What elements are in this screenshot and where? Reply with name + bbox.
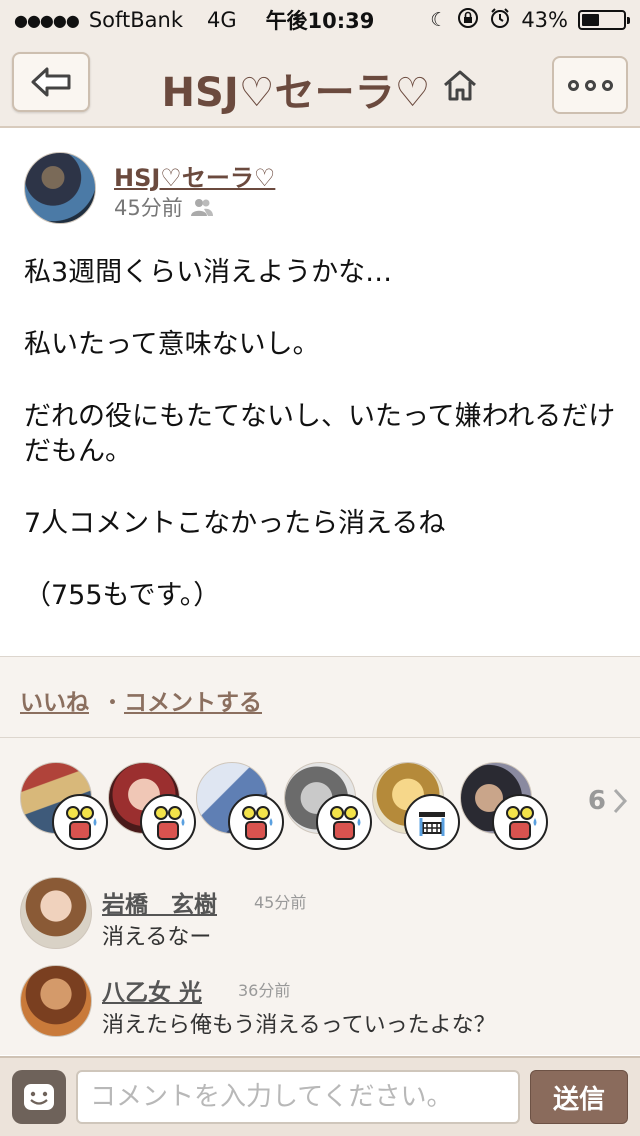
likes-row: 6 bbox=[0, 738, 640, 863]
comment-text: 消えたら俺もう消えるっていったよな？ bbox=[102, 1013, 496, 1038]
signal-strength-icon: ●●●●● bbox=[14, 10, 80, 30]
comment-time: 36分前 bbox=[238, 981, 291, 1000]
home-button[interactable] bbox=[442, 66, 478, 112]
author-avatar[interactable] bbox=[24, 152, 96, 224]
commenter-avatar[interactable] bbox=[20, 965, 92, 1037]
more-icon-dot bbox=[601, 79, 613, 91]
liker-item[interactable] bbox=[20, 762, 120, 852]
page-title: HSJ♡セーラ♡ bbox=[161, 70, 431, 116]
nav-bar: HSJ♡セーラ♡ bbox=[0, 40, 640, 128]
home-icon bbox=[444, 70, 477, 101]
shocked-stamp-icon bbox=[52, 794, 108, 850]
likes-count-link[interactable]: 6 bbox=[588, 786, 628, 816]
rotation-lock-icon bbox=[457, 7, 479, 34]
like-link[interactable]: いいね bbox=[20, 683, 89, 717]
more-icon-dot bbox=[584, 79, 596, 91]
comment-input-bar: 送信 bbox=[0, 1056, 640, 1136]
post-body: 私3週間くらい消えようかな… 私いたって意味ないし。 だれの役にもたてないし、い… bbox=[24, 255, 624, 650]
commenter-name[interactable]: 八乙女 光 bbox=[102, 973, 202, 1007]
likes-count: 6 bbox=[587, 786, 606, 816]
action-bar: いいね ・ コメントする bbox=[0, 657, 640, 737]
alarm-icon bbox=[489, 7, 511, 34]
shocked-stamp-icon bbox=[492, 794, 548, 850]
liker-item[interactable] bbox=[108, 762, 208, 852]
post-line: 私いたって意味ないし。 bbox=[24, 329, 320, 360]
commenter-name[interactable]: 岩橋 玄樹 bbox=[102, 885, 217, 919]
network-type: 4G bbox=[207, 8, 237, 32]
shocked-stamp-icon bbox=[228, 794, 284, 850]
comment-item: 八乙女 光 36分前 消えたら俺もう消えるっていったよな？ bbox=[20, 965, 620, 1045]
shocked-stamp-icon bbox=[316, 794, 372, 850]
status-bar: ●●●●● SoftBank 4G 午後10:39 ☾ 43% bbox=[0, 0, 640, 40]
liker-item[interactable] bbox=[372, 762, 472, 852]
send-button[interactable]: 送信 bbox=[530, 1070, 628, 1124]
more-button[interactable] bbox=[552, 56, 628, 114]
post-meta: 45分前 bbox=[114, 192, 213, 222]
smiley-icon bbox=[24, 1084, 54, 1110]
post-line: 7人コメントこなかったら消えるね bbox=[24, 508, 446, 539]
crying-stamp-icon bbox=[404, 794, 460, 850]
liker-item[interactable] bbox=[196, 762, 296, 852]
comment-text: 消えるなー bbox=[102, 925, 212, 950]
post-time: 45分前 bbox=[114, 196, 183, 220]
friends-icon bbox=[190, 199, 213, 216]
battery-fill bbox=[582, 14, 600, 26]
more-icon bbox=[567, 79, 579, 91]
comment-time: 45分前 bbox=[254, 893, 307, 912]
post-line: （755もです。） bbox=[24, 580, 221, 611]
comment-item: 岩橋 玄樹 45分前 消えるなー bbox=[20, 877, 620, 957]
post-line: だれの役にもたてないし、いたって嫌われるだけだもん。 bbox=[24, 401, 616, 467]
carrier-name: SoftBank bbox=[88, 8, 183, 32]
liker-item[interactable] bbox=[284, 762, 384, 852]
comments-list: 岩橋 玄樹 45分前 消えるなー 八乙女 光 36分前 消えたら俺もう消えるって… bbox=[0, 863, 640, 1055]
commenter-avatar[interactable] bbox=[20, 877, 92, 949]
emoji-button[interactable] bbox=[12, 1070, 66, 1124]
liker-item[interactable] bbox=[460, 762, 560, 852]
post-line: 私3週間くらい消えようかな… bbox=[24, 257, 393, 288]
comment-link[interactable]: コメントする bbox=[124, 683, 262, 717]
battery-icon bbox=[578, 10, 630, 30]
post-author-row: HSJ♡セーラ♡ 45分前 bbox=[24, 152, 624, 227]
battery-percent: 43% bbox=[521, 8, 568, 32]
shocked-stamp-icon bbox=[140, 794, 196, 850]
moon-icon: ☾ bbox=[430, 9, 448, 31]
author-name[interactable]: HSJ♡セーラ♡ bbox=[114, 158, 275, 193]
action-separator: ・ bbox=[101, 690, 124, 716]
comment-input[interactable] bbox=[76, 1070, 520, 1124]
chevron-right-icon bbox=[613, 788, 628, 814]
